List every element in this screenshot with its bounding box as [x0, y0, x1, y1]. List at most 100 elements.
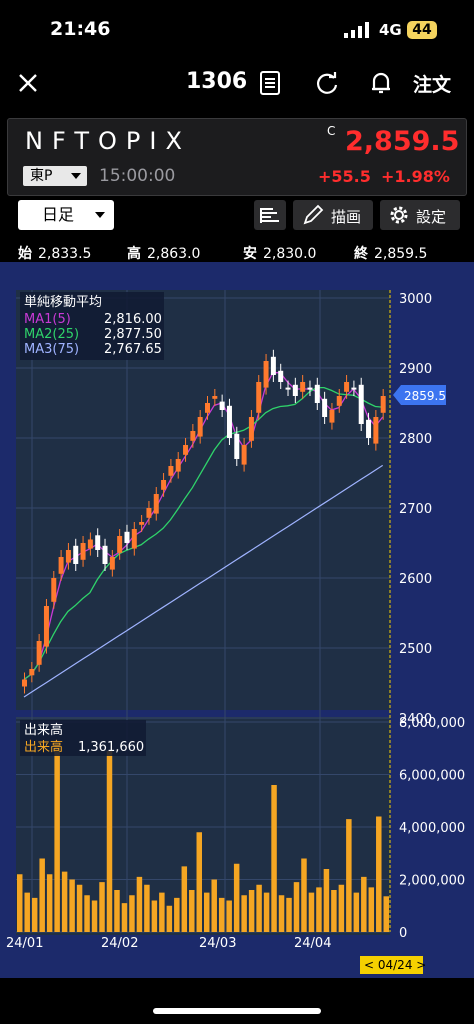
pencil-icon — [303, 204, 324, 225]
candle-body — [73, 545, 79, 564]
candle-body — [29, 669, 35, 676]
candle-body — [292, 384, 298, 396]
refresh-icon[interactable] — [314, 70, 340, 96]
security-name: NFTOPIX — [25, 127, 191, 155]
volume-bar — [368, 887, 375, 932]
close-icon[interactable] — [14, 69, 42, 97]
volume-bar — [54, 743, 60, 932]
price-tick-label: 2700 — [399, 502, 432, 517]
candle-body — [263, 361, 269, 388]
volume-bar — [331, 890, 337, 932]
network-label: 4G — [379, 21, 402, 39]
volume-tick-label: 4,000,000 — [399, 821, 465, 836]
price-tick-label: 2500 — [399, 642, 432, 657]
candle-body — [102, 545, 108, 564]
candle-body — [197, 417, 203, 437]
current-price: 2,859.5 — [345, 126, 460, 157]
candle-body — [22, 679, 27, 687]
volume-bar — [278, 895, 285, 932]
volume-bar — [84, 895, 90, 932]
volume-bar — [308, 892, 315, 932]
volume-bar — [136, 876, 143, 932]
candle-body — [146, 508, 152, 518]
bell-icon[interactable] — [369, 70, 393, 96]
draw-button[interactable]: 描画 — [293, 200, 373, 230]
close-price: 終 2,859.5 — [354, 246, 428, 262]
candle-body — [95, 535, 101, 550]
volume-bar — [144, 884, 150, 932]
ma1-value: 2,816.00 — [104, 312, 162, 327]
quote-time: 15:00:00 — [99, 166, 176, 186]
candle-body — [153, 494, 159, 514]
period-select[interactable]: 日足 — [18, 200, 114, 230]
price-chart[interactable]: 3000290028002700260025002400 8,000,0006,… — [0, 262, 474, 978]
date-tick-label: 24/01 — [6, 936, 43, 951]
candle-body — [65, 550, 71, 563]
candle-body — [373, 417, 379, 444]
candle-body — [43, 606, 49, 647]
home-indicator[interactable] — [153, 1008, 321, 1014]
price-tick-label: 2800 — [399, 432, 432, 447]
volume-bar — [383, 896, 389, 932]
volume-bar — [17, 874, 23, 932]
document-list-icon[interactable] — [258, 70, 282, 96]
volume-bar — [39, 858, 45, 932]
candle-body — [87, 539, 93, 549]
candle-body — [270, 356, 276, 375]
candle-body — [314, 384, 320, 403]
candle-body — [190, 431, 196, 441]
volume-bar — [151, 900, 158, 932]
candle-body — [300, 382, 306, 392]
ma1-name: MA1(5) — [24, 312, 71, 327]
candle-body — [80, 543, 86, 560]
volume-bar — [24, 892, 30, 932]
settings-button[interactable]: 設定 — [380, 200, 460, 230]
ma3-name: MA3(75) — [24, 342, 79, 357]
low-price: 安 2,830.0 — [243, 246, 317, 262]
volume-bar — [129, 895, 135, 932]
volume-bar — [174, 897, 180, 932]
volume-bar — [241, 895, 247, 932]
cursor-date-tag[interactable]: < 04/24 > — [360, 956, 426, 974]
ma3-value: 2,767.65 — [104, 342, 162, 357]
volume-tick-label: 6,000,000 — [399, 769, 465, 784]
high-price: 高 2,863.0 — [127, 246, 201, 262]
order-button[interactable]: 注文 — [413, 70, 451, 97]
market-select[interactable]: 東P — [23, 166, 87, 186]
candle-body — [58, 557, 64, 574]
candle-body — [329, 410, 335, 423]
candle-body — [248, 417, 254, 441]
date-tick-label: 24/03 — [199, 936, 236, 951]
volume-bar — [271, 785, 277, 932]
candle-body — [336, 396, 342, 406]
volume-bar — [248, 890, 255, 932]
date-tick-label: 24/04 — [294, 936, 331, 951]
signal-icon — [344, 22, 369, 38]
current-price-tag: 2859.5 — [393, 385, 446, 405]
price-change-percent: +1.98% — [381, 167, 450, 186]
candle-body — [380, 396, 386, 413]
candle-body — [168, 466, 174, 476]
candle-body — [36, 641, 42, 665]
volume-bar — [226, 900, 232, 932]
volume-bar — [121, 903, 128, 932]
gear-icon — [390, 206, 408, 224]
date-tick-label: 24/02 — [101, 936, 138, 951]
candle-body — [212, 396, 218, 399]
candle-body — [109, 557, 115, 570]
volume-series-name: 出来高 — [24, 739, 63, 755]
volume-bar — [69, 879, 75, 932]
candle-body — [124, 531, 130, 543]
candle-body — [256, 382, 262, 413]
candle-body — [241, 445, 247, 465]
volume-bar — [338, 884, 345, 932]
candle-body — [358, 384, 364, 424]
volume-bar — [99, 882, 105, 932]
volume-bar — [61, 871, 68, 932]
ma-legend: 単純移動平均 MA1(5) 2,816.00 MA2(25) 2,877.50 … — [20, 292, 164, 360]
settings-label: 設定 — [416, 208, 447, 226]
candle-body — [51, 578, 57, 602]
chart-area[interactable]: 3000 2900 2800 2700 2600 2500 2400 8,000,000 6,… — [0, 262, 474, 1002]
indicator-button[interactable] — [254, 200, 286, 230]
candle-body — [226, 405, 232, 438]
